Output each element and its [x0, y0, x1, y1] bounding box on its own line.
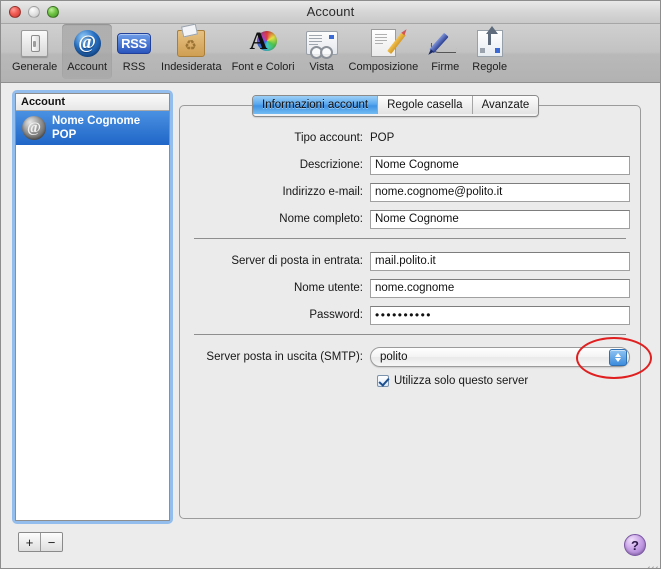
- font-color-wheel-icon: A: [246, 27, 280, 59]
- toolbar-item-rss[interactable]: RSS RSS: [112, 24, 156, 79]
- label-nome-utente: Nome utente:: [293, 282, 363, 294]
- compose-pencil-icon: [366, 27, 406, 59]
- toolbar-label-font-e-colori: Font e Colori: [231, 61, 295, 73]
- general-slider-icon: [18, 27, 52, 59]
- toolbar-item-firme[interactable]: Firme: [423, 24, 467, 79]
- accounts-list-header: Account: [16, 94, 169, 111]
- toolbar-label-rss: RSS: [122, 61, 146, 73]
- use-only-this-server-checkbox[interactable]: [377, 375, 389, 387]
- indirizzo-email-input[interactable]: [370, 182, 630, 202]
- at-sign-icon: @: [70, 27, 104, 59]
- toolbar-label-firme: Firme: [431, 61, 460, 73]
- preferences-body: Account @ Nome Cognome POP + − Informazi…: [1, 83, 660, 568]
- toolbar-item-regole[interactable]: Regole: [467, 24, 512, 79]
- label-server-posta-uscita: Server posta in uscita (SMTP):: [206, 351, 363, 363]
- account-type: POP: [52, 129, 77, 141]
- toolbar-label-composizione: Composizione: [348, 61, 419, 73]
- password-input[interactable]: [370, 305, 630, 325]
- smtp-popup-button[interactable]: polito: [370, 347, 630, 367]
- nome-completo-input[interactable]: [370, 209, 630, 229]
- rss-badge-icon: RSS: [117, 27, 151, 59]
- value-tipo-account: POP: [370, 132, 395, 144]
- field-row-account-type: Tipo account: POP: [180, 128, 640, 148]
- toolbar-item-vista[interactable]: Vista: [300, 24, 344, 79]
- preferences-toolbar: Generale @ Account RSS RSS Indesiderata …: [1, 24, 660, 83]
- accounts-sidebar: Account @ Nome Cognome POP: [12, 90, 173, 524]
- add-remove-account-group: + −: [18, 532, 63, 552]
- resize-grip[interactable]: [645, 555, 658, 568]
- checkbox-row-use-only-this-server: Utilizza solo questo server: [180, 375, 640, 387]
- title-bar: Account: [1, 1, 660, 24]
- toolbar-label-indesiderata: Indesiderata: [161, 61, 222, 73]
- preferences-window: Account Generale @ Account RSS RSS Indes…: [0, 0, 661, 569]
- descrizione-input[interactable]: [370, 155, 630, 175]
- tab-informazioni-account[interactable]: Informazioni account: [253, 96, 379, 114]
- field-row-smtp: Server posta in uscita (SMTP): polito: [180, 337, 652, 379]
- section-divider-2: [194, 334, 626, 335]
- tab-panel-informazioni-account: Tipo account: POP Descrizione: Indirizzo…: [179, 105, 652, 519]
- help-button[interactable]: ?: [624, 534, 646, 556]
- server-posta-entrata-input[interactable]: [370, 251, 630, 271]
- junk-bag-icon: [174, 27, 208, 59]
- field-row-incoming-server: Server di posta in entrata:: [180, 251, 640, 271]
- toolbar-label-vista: Vista: [309, 61, 334, 73]
- section-divider-1: [194, 238, 626, 239]
- rules-arrow-icon: [473, 25, 507, 59]
- field-row-password: Password:: [180, 305, 640, 325]
- account-at-icon: @: [22, 116, 46, 140]
- signature-pen-icon: [428, 27, 462, 59]
- label-password: Password:: [309, 309, 363, 321]
- field-row-full-name: Nome completo:: [180, 209, 640, 229]
- use-only-this-server-label: Utilizza solo questo server: [394, 375, 529, 387]
- toolbar-label-generale: Generale: [12, 61, 58, 73]
- list-item[interactable]: @ Nome Cognome POP: [16, 111, 169, 145]
- label-indirizzo-email: Indirizzo e-mail:: [282, 186, 363, 198]
- toolbar-item-indesiderata[interactable]: Indesiderata: [156, 24, 227, 79]
- view-glasses-icon: [305, 27, 339, 59]
- window-title: Account: [306, 4, 355, 19]
- label-nome-completo: Nome completo:: [279, 213, 363, 225]
- tab-bar: Informazioni account Regole casella Avan…: [252, 95, 540, 117]
- tab-avanzate[interactable]: Avanzate: [472, 96, 539, 114]
- toolbar-item-composizione[interactable]: Composizione: [344, 24, 424, 79]
- label-server-posta-entrata: Server di posta in entrata:: [231, 255, 363, 267]
- add-account-button[interactable]: +: [19, 533, 40, 551]
- smtp-stepper-icon[interactable]: [609, 349, 627, 366]
- account-detail-area: Informazioni account Regole casella Avan…: [179, 95, 652, 519]
- toolbar-item-account[interactable]: @ Account: [62, 24, 113, 79]
- field-row-email: Indirizzo e-mail:: [180, 182, 640, 202]
- tab-regole-casella[interactable]: Regole casella: [378, 96, 473, 114]
- label-tipo-account: Tipo account:: [294, 132, 363, 144]
- toolbar-label-regole: Regole: [472, 61, 508, 73]
- toolbar-label-account: Account: [67, 61, 108, 73]
- smtp-popup-wrap: polito: [370, 337, 652, 379]
- remove-account-button[interactable]: −: [40, 533, 62, 551]
- toolbar-item-generale[interactable]: Generale: [7, 24, 62, 79]
- field-row-username: Nome utente:: [180, 278, 640, 298]
- nome-utente-input[interactable]: [370, 278, 630, 298]
- account-name: Nome Cognome: [52, 115, 141, 127]
- field-row-description: Descrizione:: [180, 155, 640, 175]
- account-info-form: Tipo account: POP Descrizione: Indirizzo…: [180, 128, 652, 387]
- label-descrizione: Descrizione:: [299, 159, 363, 171]
- accounts-list[interactable]: Account @ Nome Cognome POP: [15, 93, 170, 521]
- toolbar-item-font-e-colori[interactable]: A Font e Colori: [227, 24, 300, 79]
